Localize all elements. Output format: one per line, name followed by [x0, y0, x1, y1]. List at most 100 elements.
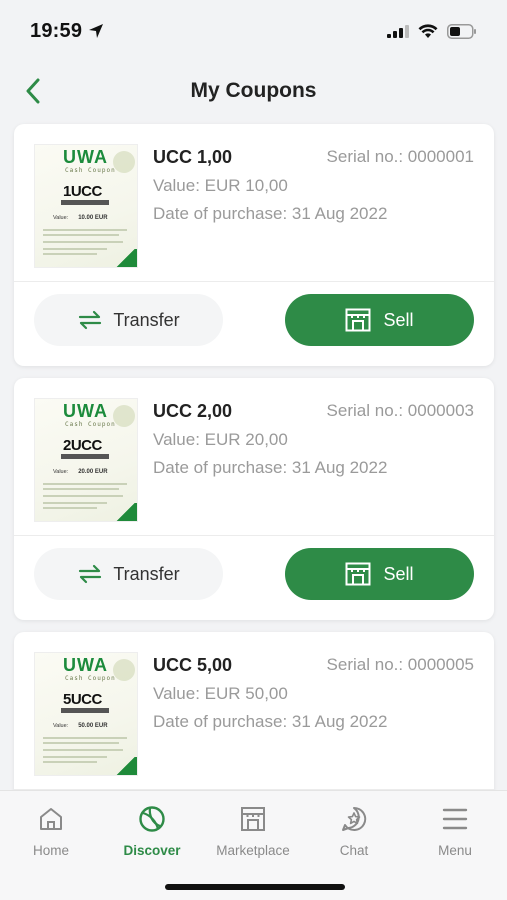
sell-button[interactable]: Sell	[285, 294, 474, 346]
ball-icon	[139, 806, 165, 832]
thumb-brand-sub: Cash Coupon	[65, 421, 116, 428]
tab-label: Menu	[438, 843, 472, 858]
store-icon	[345, 308, 371, 332]
thumb-value: Value: 10.00 EUR	[53, 215, 108, 221]
coupon-actions: Transfer Sell	[14, 282, 494, 366]
leaf-decoration	[113, 659, 135, 681]
transfer-label: Transfer	[113, 309, 180, 330]
coupon-value: Value: EUR 20,00	[153, 430, 288, 449]
tab-menu[interactable]: Menu	[405, 803, 505, 858]
tab-marketplace[interactable]: Marketplace	[203, 803, 303, 858]
transfer-label: Transfer	[113, 563, 180, 584]
thumb-text-line	[43, 241, 123, 243]
coupon-serial: Serial no.: 0000003	[326, 401, 474, 420]
store-icon	[345, 562, 371, 586]
store-icon	[241, 807, 265, 831]
thumb-brand: UWA	[63, 147, 108, 167]
thumb-text-line	[43, 761, 97, 763]
thumb-text-line	[43, 749, 123, 751]
coupon-list[interactable]: UWA Cash Coupon 1UCC Value: 10.00 EUR UCC…	[14, 124, 494, 886]
thumb-text-line	[43, 483, 127, 485]
coupon-date: Date of purchase: 31 Aug 2022	[153, 712, 388, 731]
thumb-serial-bar	[61, 200, 109, 205]
coupon-title: UCC 2,00	[153, 401, 233, 421]
tab-bar: Home Discover Marketplace Chat Menu	[0, 790, 507, 900]
thumb-value: Value: 50.00 EUR	[53, 723, 108, 729]
hamburger-icon	[442, 808, 468, 830]
coupon-date: Date of purchase: 31 Aug 2022	[153, 204, 388, 223]
battery-icon	[447, 23, 476, 39]
coupon-info: UWA Cash Coupon 5UCC Value: 50.00 EUR UCC…	[14, 632, 494, 790]
chevron-left-icon	[26, 78, 40, 104]
thumb-brand-sub: Cash Coupon	[65, 675, 116, 682]
sell-button[interactable]: Sell	[285, 548, 474, 600]
thumb-corner-decoration	[111, 503, 137, 521]
status-bar: 19:59	[0, 0, 507, 62]
thumb-text-line	[43, 756, 107, 758]
chat-star-icon	[342, 806, 367, 831]
thumb-brand: UWA	[63, 655, 108, 675]
thumb-text-line	[43, 507, 97, 509]
coupon-card[interactable]: UWA Cash Coupon 2UCC Value: 20.00 EUR UCC…	[14, 378, 494, 620]
tab-label: Chat	[339, 843, 369, 858]
thumb-text-line	[43, 229, 127, 231]
tab-chat-icon-wrap	[304, 803, 404, 835]
coupon-thumbnail[interactable]: UWA Cash Coupon 5UCC Value: 50.00 EUR	[34, 652, 138, 776]
transfer-button[interactable]: Transfer	[34, 294, 223, 346]
tab-label: Marketplace	[216, 843, 290, 858]
thumb-text-line	[43, 234, 119, 236]
transfer-arrows-icon	[79, 310, 102, 330]
home-indicator[interactable]	[165, 884, 345, 890]
tab-discover[interactable]: Discover	[102, 803, 202, 858]
thumb-text-line	[43, 253, 97, 255]
header: My Coupons	[0, 62, 507, 120]
leaf-decoration	[113, 405, 135, 427]
thumb-amount: 2UCC	[63, 437, 102, 454]
thumb-serial-bar	[61, 708, 109, 713]
leaf-decoration	[113, 151, 135, 173]
coupon-actions: Transfer Sell	[14, 536, 494, 620]
status-time: 19:59	[30, 20, 104, 43]
back-button[interactable]	[18, 76, 48, 106]
thumb-corner-decoration	[111, 757, 137, 775]
thumb-serial-bar	[61, 454, 109, 459]
thumb-corner-decoration	[111, 249, 137, 267]
coupon-thumbnail[interactable]: UWA Cash Coupon 1UCC Value: 10.00 EUR	[34, 144, 138, 268]
coupon-serial: Serial no.: 0000005	[326, 655, 474, 674]
sell-label: Sell	[383, 309, 414, 330]
tab-home[interactable]: Home	[1, 803, 101, 858]
tab-discover-icon-wrap	[102, 803, 202, 835]
transfer-arrows-icon	[79, 564, 102, 584]
thumb-text-line	[43, 248, 107, 250]
thumb-brand: UWA	[63, 401, 108, 421]
wifi-icon	[418, 23, 438, 38]
tab-label: Home	[32, 843, 69, 858]
tab-label: Discover	[123, 843, 181, 858]
coupon-thumbnail[interactable]: UWA Cash Coupon 2UCC Value: 20.00 EUR	[34, 398, 138, 522]
thumb-brand-sub: Cash Coupon	[65, 167, 116, 174]
signal-icon	[387, 25, 409, 38]
coupon-info: UWA Cash Coupon 2UCC Value: 20.00 EUR UCC…	[14, 378, 494, 536]
coupon-title: UCC 1,00	[153, 147, 233, 167]
tab-chat[interactable]: Chat	[304, 803, 404, 858]
clock: 19:59	[30, 19, 83, 42]
thumb-text-line	[43, 502, 107, 504]
thumb-text-line	[43, 742, 119, 744]
thumb-amount: 5UCC	[63, 691, 102, 708]
tab-home-icon-wrap	[1, 803, 101, 835]
tab-menu-icon-wrap	[405, 803, 505, 835]
house-icon	[40, 808, 62, 830]
coupon-serial: Serial no.: 0000001	[326, 147, 474, 166]
coupon-card[interactable]: UWA Cash Coupon 1UCC Value: 10.00 EUR UCC…	[14, 124, 494, 366]
tab-marketplace-icon-wrap	[203, 803, 303, 835]
transfer-button[interactable]: Transfer	[34, 548, 223, 600]
thumb-text-line	[43, 495, 123, 497]
sell-label: Sell	[383, 563, 414, 584]
thumb-amount: 1UCC	[63, 183, 102, 200]
thumb-value: Value: 20.00 EUR	[53, 469, 108, 475]
thumb-text-line	[43, 488, 119, 490]
thumb-text-line	[43, 737, 127, 739]
page-title: My Coupons	[190, 79, 317, 102]
coupon-date: Date of purchase: 31 Aug 2022	[153, 458, 388, 477]
coupon-value: Value: EUR 50,00	[153, 684, 288, 703]
